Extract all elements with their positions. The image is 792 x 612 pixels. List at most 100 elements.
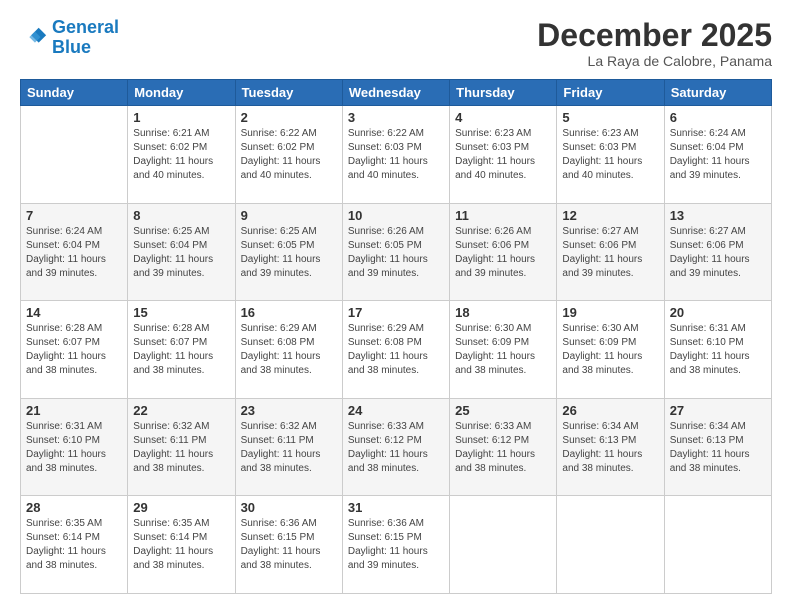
calendar-cell: 30Sunrise: 6:36 AMSunset: 6:15 PMDayligh… [235,496,342,594]
day-number: 20 [670,305,766,320]
title-block: December 2025 La Raya de Calobre, Panama [537,18,772,69]
cell-info: Sunrise: 6:29 AMSunset: 6:08 PMDaylight:… [348,322,444,378]
calendar-cell: 11 Sunrise: 6:26 AMSunset: 6:06 PMDayligh… [450,203,557,301]
day-number: 13 [670,208,766,223]
col-header-wednesday: Wednesday [342,80,449,106]
month-year: December 2025 [537,18,772,53]
calendar-cell: 28Sunrise: 6:35 AMSunset: 6:14 PMDayligh… [21,496,128,594]
calendar-cell: 22 Sunrise: 6:32 AMSunset: 6:11 PMDayligh… [128,398,235,496]
calendar-cell: 4 Sunrise: 6:23 AMSunset: 6:03 PMDaylight… [450,106,557,204]
cell-info: Sunrise: 6:29 AMSunset: 6:08 PMDaylight:… [241,322,337,378]
day-number: 5 [562,110,658,125]
col-header-saturday: Saturday [664,80,771,106]
day-number: 28 [26,500,122,515]
cell-info: Sunrise: 6:27 AMSunset: 6:06 PMDaylight:… [562,225,658,281]
day-number: 29 [133,500,229,515]
day-number: 18 [455,305,551,320]
calendar-cell: 23 Sunrise: 6:32 AMSunset: 6:11 PMDayligh… [235,398,342,496]
calendar-cell [21,106,128,204]
calendar-cell: 15Sunrise: 6:28 AMSunset: 6:07 PMDayligh… [128,301,235,399]
cell-info: Sunrise: 6:24 AMSunset: 6:04 PMDaylight:… [26,225,122,281]
cell-info: Sunrise: 6:31 AMSunset: 6:10 PMDaylight:… [26,420,122,476]
cell-info: Sunrise: 6:27 AMSunset: 6:06 PMDaylight:… [670,225,766,281]
day-number: 30 [241,500,337,515]
day-number: 27 [670,403,766,418]
calendar-table: SundayMondayTuesdayWednesdayThursdayFrid… [20,79,772,594]
logo-text: General Blue [52,18,119,58]
day-number: 6 [670,110,766,125]
cell-info: Sunrise: 6:36 AMSunset: 6:15 PMDaylight:… [348,517,444,573]
day-number: 11 [455,208,551,223]
day-number: 16 [241,305,337,320]
cell-info: Sunrise: 6:32 AMSunset: 6:11 PMDaylight:… [241,420,337,476]
calendar-cell: 3 Sunrise: 6:22 AMSunset: 6:03 PMDaylight… [342,106,449,204]
calendar-cell: 8 Sunrise: 6:25 AMSunset: 6:04 PMDaylight… [128,203,235,301]
logo-line2: Blue [52,37,91,57]
calendar-cell: 1 Sunrise: 6:21 AMSunset: 6:02 PMDaylight… [128,106,235,204]
calendar-cell: 2 Sunrise: 6:22 AMSunset: 6:02 PMDaylight… [235,106,342,204]
day-number: 3 [348,110,444,125]
logo-icon [20,24,48,52]
day-number: 4 [455,110,551,125]
day-number: 21 [26,403,122,418]
cell-info: Sunrise: 6:32 AMSunset: 6:11 PMDaylight:… [133,420,229,476]
calendar-cell: 20 Sunrise: 6:31 AMSunset: 6:10 PMDayligh… [664,301,771,399]
calendar-cell: 6 Sunrise: 6:24 AMSunset: 6:04 PMDaylight… [664,106,771,204]
logo: General Blue [20,18,119,58]
day-number: 14 [26,305,122,320]
cell-info: Sunrise: 6:23 AMSunset: 6:03 PMDaylight:… [455,127,551,183]
week-row-4: 21 Sunrise: 6:31 AMSunset: 6:10 PMDayligh… [21,398,772,496]
week-row-1: 1 Sunrise: 6:21 AMSunset: 6:02 PMDaylight… [21,106,772,204]
cell-info: Sunrise: 6:25 AMSunset: 6:05 PMDaylight:… [241,225,337,281]
cell-info: Sunrise: 6:22 AMSunset: 6:02 PMDaylight:… [241,127,337,183]
calendar-cell: 5 Sunrise: 6:23 AMSunset: 6:03 PMDaylight… [557,106,664,204]
day-number: 19 [562,305,658,320]
calendar-cell [664,496,771,594]
day-number: 26 [562,403,658,418]
col-header-sunday: Sunday [21,80,128,106]
cell-info: Sunrise: 6:34 AMSunset: 6:13 PMDaylight:… [562,420,658,476]
cell-info: Sunrise: 6:28 AMSunset: 6:07 PMDaylight:… [133,322,229,378]
page: General Blue December 2025 La Raya de Ca… [0,0,792,612]
day-number: 8 [133,208,229,223]
day-number: 1 [133,110,229,125]
calendar-cell: 9Sunrise: 6:25 AMSunset: 6:05 PMDaylight… [235,203,342,301]
location: La Raya de Calobre, Panama [537,53,772,69]
cell-info: Sunrise: 6:21 AMSunset: 6:02 PMDaylight:… [133,127,229,183]
calendar-cell: 16 Sunrise: 6:29 AMSunset: 6:08 PMDayligh… [235,301,342,399]
header: General Blue December 2025 La Raya de Ca… [20,18,772,69]
week-row-5: 28 Sunrise: 6:35 AMSunset: 6:14 PMDayligh… [21,496,772,594]
calendar-cell: 31Sunrise: 6:36 AMSunset: 6:15 PMDayligh… [342,496,449,594]
cell-info: Sunrise: 6:28 AMSunset: 6:07 PMDaylight:… [26,322,122,378]
cell-info: Sunrise: 6:22 AMSunset: 6:03 PMDaylight:… [348,127,444,183]
calendar-cell: 18Sunrise: 6:30 AMSunset: 6:09 PMDayligh… [450,301,557,399]
calendar-cell: 26 Sunrise: 6:34 AMSunset: 6:13 PMDayligh… [557,398,664,496]
day-number: 25 [455,403,551,418]
day-number: 17 [348,305,444,320]
logo-line1: General [52,17,119,37]
day-number: 23 [241,403,337,418]
cell-info: Sunrise: 6:33 AMSunset: 6:12 PMDaylight:… [348,420,444,476]
day-number: 2 [241,110,337,125]
cell-info: Sunrise: 6:35 AMSunset: 6:14 PMDaylight:… [133,517,229,573]
cell-info: Sunrise: 6:26 AMSunset: 6:06 PMDaylight:… [455,225,551,281]
calendar-cell: 13 Sunrise: 6:27 AMSunset: 6:06 PMDayligh… [664,203,771,301]
cell-info: Sunrise: 6:24 AMSunset: 6:04 PMDaylight:… [670,127,766,183]
calendar-cell [450,496,557,594]
day-number: 24 [348,403,444,418]
cell-info: Sunrise: 6:26 AMSunset: 6:05 PMDaylight:… [348,225,444,281]
calendar-cell: 10Sunrise: 6:26 AMSunset: 6:05 PMDayligh… [342,203,449,301]
col-header-thursday: Thursday [450,80,557,106]
cell-info: Sunrise: 6:31 AMSunset: 6:10 PMDaylight:… [670,322,766,378]
calendar-cell [557,496,664,594]
calendar-cell: 17 Sunrise: 6:29 AMSunset: 6:08 PMDayligh… [342,301,449,399]
col-header-friday: Friday [557,80,664,106]
cell-info: Sunrise: 6:33 AMSunset: 6:12 PMDaylight:… [455,420,551,476]
calendar-cell: 24 Sunrise: 6:33 AMSunset: 6:12 PMDayligh… [342,398,449,496]
calendar-cell: 14 Sunrise: 6:28 AMSunset: 6:07 PMDayligh… [21,301,128,399]
day-number: 22 [133,403,229,418]
cell-info: Sunrise: 6:25 AMSunset: 6:04 PMDaylight:… [133,225,229,281]
day-number: 12 [562,208,658,223]
cell-info: Sunrise: 6:23 AMSunset: 6:03 PMDaylight:… [562,127,658,183]
calendar-cell: 25 Sunrise: 6:33 AMSunset: 6:12 PMDayligh… [450,398,557,496]
